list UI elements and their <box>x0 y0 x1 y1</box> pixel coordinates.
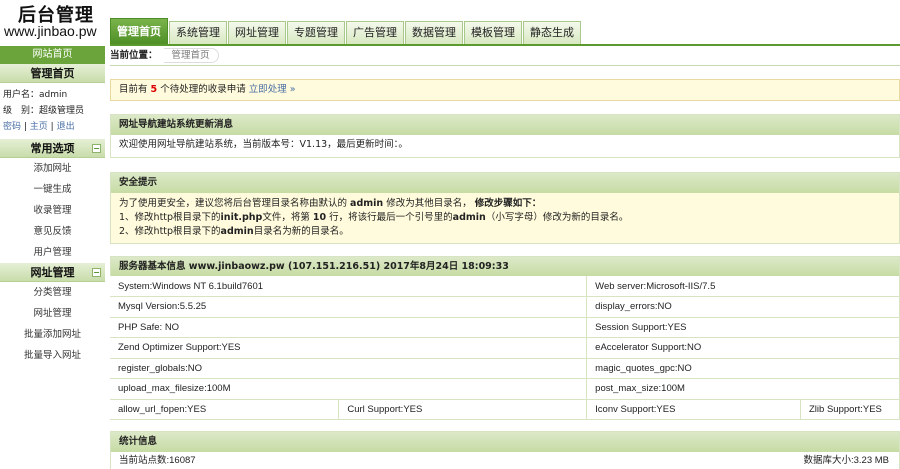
db-size: 数据库大小:3.23 MB <box>803 455 889 466</box>
tab-static[interactable]: 静态生成 <box>523 21 581 45</box>
sidebar-item-url-manage[interactable]: 网址管理 <box>0 303 105 324</box>
security-line-3: 2、修改http根目录下的admin目录名为新的目录名。 <box>119 226 349 237</box>
table-cell: Mysql Version:5.5.25 <box>110 296 588 318</box>
table-cell: System:Windows NT 6.1build7601 <box>110 276 588 297</box>
breadcrumb: 当前位置： 管理首页 <box>110 46 900 66</box>
table-row: Zend Optimizer Support:YES eAccelerator … <box>110 337 900 359</box>
breadcrumb-current[interactable]: 管理首页 <box>163 48 219 63</box>
stats-title: 统计信息 <box>111 432 899 452</box>
security-line-2: 1、修改http根目录下的init.php文件，将第 10 行，将该行最后一个引… <box>119 212 629 223</box>
table-cell: Curl Support:YES <box>338 399 588 420</box>
header: 后台管理 www.jinbao.pw 管理首页 系统管理 网址管理 专题管理 广… <box>0 0 900 46</box>
table-cell: Zend Optimizer Support:YES <box>110 337 588 359</box>
collapse-icon[interactable]: − <box>92 144 101 153</box>
top-nav: 管理首页 系统管理 网址管理 专题管理 广告管理 数据管理 模板管理 静态生成 <box>110 18 582 45</box>
breadcrumb-label: 当前位置： <box>110 50 158 61</box>
pending-prefix: 目前有 <box>119 84 148 95</box>
server-panel: 服务器基本信息 www.jinbaowz.pw (107.151.216.51)… <box>110 256 900 420</box>
sidebar-item-batch-import[interactable]: 批量导入网址 <box>0 345 105 366</box>
table-cell: magic_quotes_gpc:NO <box>586 358 900 379</box>
table-cell: Iconv Support:YES <box>586 399 801 420</box>
security-title: 安全提示 <box>111 173 899 193</box>
stats-panel: 统计信息 当前站点数:16087 数据库大小:3.23 MB <box>110 431 900 469</box>
update-panel: 网址导航建站系统更新消息 欢迎使用网址导航建站系统，当前版本号：V1.13，最后… <box>110 114 900 158</box>
pending-suffix: 个待处理的收录申请 <box>160 84 246 95</box>
user-info: 用户名：admin 级 别：超级管理员 密码 | 主页 | 退出 <box>0 83 105 139</box>
table-cell: PHP Safe: NO <box>110 317 588 338</box>
security-line-1: 为了使用更安全，建议您将后台管理目录名称由默认的 admin 修改为其他目录名，… <box>119 198 542 209</box>
logo-url: www.jinbao.pw <box>4 23 97 39</box>
password-link[interactable]: 密码 <box>3 122 21 132</box>
pending-count: 5 <box>150 84 158 95</box>
table-row: allow_url_fopen:YES Curl Support:YES Ico… <box>110 399 900 420</box>
table-cell: Session Support:YES <box>586 317 900 338</box>
sidebar-item-batch-add[interactable]: 批量添加网址 <box>0 324 105 345</box>
process-now-link[interactable]: 立即处理 » <box>249 84 296 95</box>
sidebar-item-feedback[interactable]: 意见反馈 <box>0 221 105 242</box>
pending-notice: 目前有 5 个待处理的收录申请 立即处理 » <box>110 79 900 101</box>
user-level: 级 别：超级管理员 <box>3 106 85 116</box>
user-links: 密码 | 主页 | 退出 <box>3 122 75 132</box>
table-cell: register_globals:NO <box>110 358 588 379</box>
security-text: 为了使用更安全，建议您将后台管理目录名称由默认的 admin 修改为其他目录名，… <box>111 193 899 239</box>
sidebar-item-one-click-generate[interactable]: 一键生成 <box>0 179 105 200</box>
sidebar-item-add-url[interactable]: 添加网址 <box>0 158 105 179</box>
site-home-link[interactable]: 网站首页 <box>0 46 105 64</box>
tab-data[interactable]: 数据管理 <box>405 21 463 45</box>
sidebar-section-label: 网址管理 <box>30 266 75 279</box>
table-row: PHP Safe: NO Session Support:YES <box>110 317 900 338</box>
sidebar-item-users[interactable]: 用户管理 <box>0 242 105 263</box>
sidebar-section-label: 常用选项 <box>30 142 75 155</box>
table-cell: post_max_size:100M <box>586 378 900 400</box>
sidebar-section-url[interactable]: 网址管理 − <box>0 263 105 282</box>
stats-row: 当前站点数:16087 数据库大小:3.23 MB <box>111 452 899 469</box>
tab-ads[interactable]: 广告管理 <box>346 21 404 45</box>
security-panel: 安全提示 为了使用更安全，建议您将后台管理目录名称由默认的 admin 修改为其… <box>110 172 900 244</box>
server-title: 服务器基本信息 www.jinbaowz.pw (107.151.216.51)… <box>110 256 900 276</box>
table-row: register_globals:NO magic_quotes_gpc:NO <box>110 358 900 379</box>
update-title: 网址导航建站系统更新消息 <box>111 115 899 135</box>
sidebar-section-common[interactable]: 常用选项 − <box>0 139 105 158</box>
sidebar-section-home[interactable]: 管理首页 <box>0 64 105 83</box>
main-content: 当前位置： 管理首页 目前有 5 个待处理的收录申请 立即处理 » 网址导航建站系… <box>110 46 900 469</box>
site-count: 当前站点数:16087 <box>119 455 196 466</box>
update-text: 欢迎使用网址导航建站系统，当前版本号：V1.13，最后更新时间：。 <box>119 139 408 150</box>
table-cell: allow_url_fopen:YES <box>110 399 340 420</box>
tab-home[interactable]: 管理首页 <box>110 18 168 45</box>
tab-url[interactable]: 网址管理 <box>228 21 286 45</box>
tab-template[interactable]: 模板管理 <box>464 21 522 45</box>
tab-system[interactable]: 系统管理 <box>169 21 227 45</box>
table-cell: Web server:Microsoft-IIS/7.5 <box>586 276 900 297</box>
table-row: System:Windows NT 6.1build7601 Web serve… <box>110 276 900 297</box>
server-info-table: System:Windows NT 6.1build7601 Web serve… <box>110 276 900 420</box>
collapse-icon[interactable]: − <box>92 268 101 277</box>
username: 用户名：admin <box>3 90 68 100</box>
table-cell: eAccelerator Support:NO <box>586 337 900 359</box>
logout-link[interactable]: 退出 <box>57 122 75 132</box>
sidebar-item-categories[interactable]: 分类管理 <box>0 282 105 303</box>
table-cell: display_errors:NO <box>586 296 900 318</box>
table-cell: Zlib Support:YES <box>800 399 900 420</box>
sidebar: 网站首页 管理首页 用户名：admin 级 别：超级管理员 密码 | 主页 | … <box>0 46 105 469</box>
sidebar-item-submissions[interactable]: 收录管理 <box>0 200 105 221</box>
table-row: Mysql Version:5.5.25 display_errors:NO <box>110 296 900 318</box>
tab-topic[interactable]: 专题管理 <box>287 21 345 45</box>
table-cell: upload_max_filesize:100M <box>110 378 588 400</box>
homepage-link[interactable]: 主页 <box>30 122 48 132</box>
table-row: upload_max_filesize:100M post_max_size:1… <box>110 378 900 400</box>
